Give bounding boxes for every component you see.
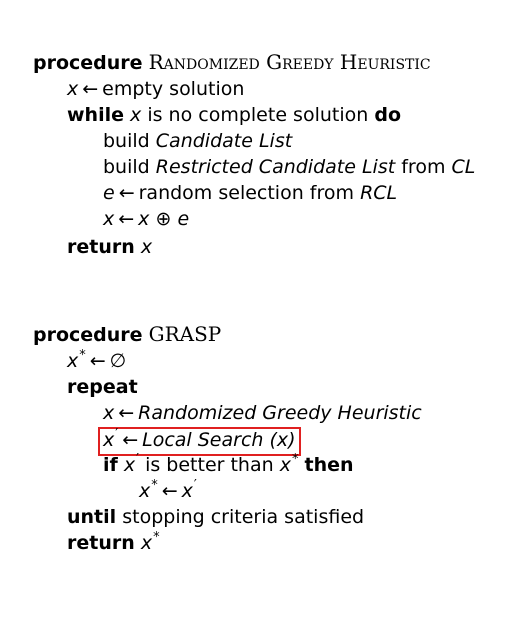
empty-set-symbol: ∅ bbox=[109, 350, 127, 372]
candidate-list: Candidate List bbox=[155, 130, 293, 152]
proc2-line-return: return x* bbox=[67, 530, 160, 555]
return-keyword: return bbox=[67, 532, 135, 554]
randomized-greedy-heuristic-call: Randomized Greedy Heuristic bbox=[138, 402, 422, 424]
do-keyword: do bbox=[374, 104, 401, 126]
procedure-keyword: procedure bbox=[33, 324, 143, 346]
random-selection: random selection from bbox=[138, 182, 355, 204]
assign-arrow: ← bbox=[82, 78, 99, 100]
prime-superscript: ′ bbox=[136, 452, 140, 467]
while-keyword: while bbox=[67, 104, 124, 126]
procedure-name: GRASP bbox=[148, 322, 222, 346]
var-x: x bbox=[138, 208, 150, 230]
proc1-header: procedure Randomized Greedy Heuristic bbox=[33, 50, 431, 74]
return-keyword: return bbox=[67, 236, 135, 258]
var-x: x bbox=[130, 104, 142, 126]
init-value: empty solution bbox=[102, 78, 245, 100]
proc1-line-select: e ← random selection from RCL bbox=[103, 181, 397, 205]
proc2-line-repeat: repeat bbox=[67, 375, 138, 399]
var-x: x bbox=[279, 454, 291, 476]
var-x: x bbox=[140, 532, 153, 554]
procedure-name: Randomized Greedy Heuristic bbox=[148, 50, 431, 74]
var-x: x bbox=[67, 350, 79, 372]
assign-arrow: ← bbox=[118, 402, 135, 424]
var-x: x bbox=[103, 429, 115, 451]
prime-superscript: ′ bbox=[115, 427, 119, 442]
var-x: x bbox=[67, 78, 79, 100]
oplus-symbol: ⊕ bbox=[155, 208, 172, 230]
cl-ref: CL bbox=[451, 156, 476, 178]
rcl-ref: RCL bbox=[360, 182, 398, 204]
prime-superscript: ′ bbox=[193, 478, 197, 493]
assign-arrow: ← bbox=[118, 182, 135, 204]
local-search-call: Local Search (x) bbox=[142, 429, 296, 451]
star-superscript: * bbox=[79, 348, 86, 363]
var-x: x bbox=[139, 480, 151, 502]
star-superscript: * bbox=[151, 478, 158, 493]
proc1-line-return: return x bbox=[67, 235, 152, 259]
star-superscript: * bbox=[291, 452, 299, 467]
var-e: e bbox=[177, 208, 190, 230]
if-condition: is better than bbox=[145, 454, 274, 476]
star-superscript: * bbox=[153, 530, 160, 545]
var-x: x bbox=[181, 480, 193, 502]
var-x: x bbox=[123, 454, 136, 476]
procedure-keyword: procedure bbox=[33, 52, 143, 74]
repeat-keyword: repeat bbox=[67, 376, 138, 398]
build-verb: build bbox=[103, 130, 150, 152]
proc1-line-init: x ← empty solution bbox=[67, 77, 244, 101]
var-x: x bbox=[103, 402, 115, 424]
build-verb: build bbox=[103, 156, 150, 178]
proc2-line-assign: x* ← x′ bbox=[139, 478, 197, 503]
var-x: x bbox=[103, 208, 115, 230]
then-keyword: then bbox=[304, 454, 354, 476]
proc1-line-build-rcl: build Restricted Candidate List from CL bbox=[103, 155, 475, 179]
assign-arrow: ← bbox=[89, 350, 106, 372]
highlight-box: x′ ← Local Search (x) bbox=[98, 427, 301, 456]
if-keyword: if bbox=[103, 454, 118, 476]
proc2-line-init: x* ← ∅ bbox=[67, 348, 127, 373]
assign-arrow: ← bbox=[118, 208, 135, 230]
restricted-candidate-list: Restricted Candidate List bbox=[155, 156, 396, 178]
proc2-header: procedure GRASP bbox=[33, 322, 221, 346]
var-x: x bbox=[140, 236, 153, 258]
until-keyword: until bbox=[67, 506, 117, 528]
var-e: e bbox=[103, 182, 115, 204]
proc2-line-until: until stopping criteria satisfied bbox=[67, 505, 364, 529]
proc2-line-local-search: x′ ← Local Search (x) bbox=[98, 427, 301, 456]
while-condition: is no complete solution bbox=[147, 104, 369, 126]
proc1-line-add: x ← x ⊕ e bbox=[103, 207, 189, 231]
proc1-line-while: while x is no complete solution do bbox=[67, 103, 401, 127]
assign-arrow: ← bbox=[122, 429, 139, 451]
assign-arrow: ← bbox=[161, 480, 178, 502]
proc2-line-rgh: x ← Randomized Greedy Heuristic bbox=[103, 401, 422, 425]
until-condition: stopping criteria satisfied bbox=[122, 506, 365, 528]
proc1-line-build-cl: build Candidate List bbox=[103, 129, 292, 153]
proc2-line-if: if x′ is better than x* then bbox=[103, 452, 354, 477]
from-word: from bbox=[401, 156, 446, 178]
